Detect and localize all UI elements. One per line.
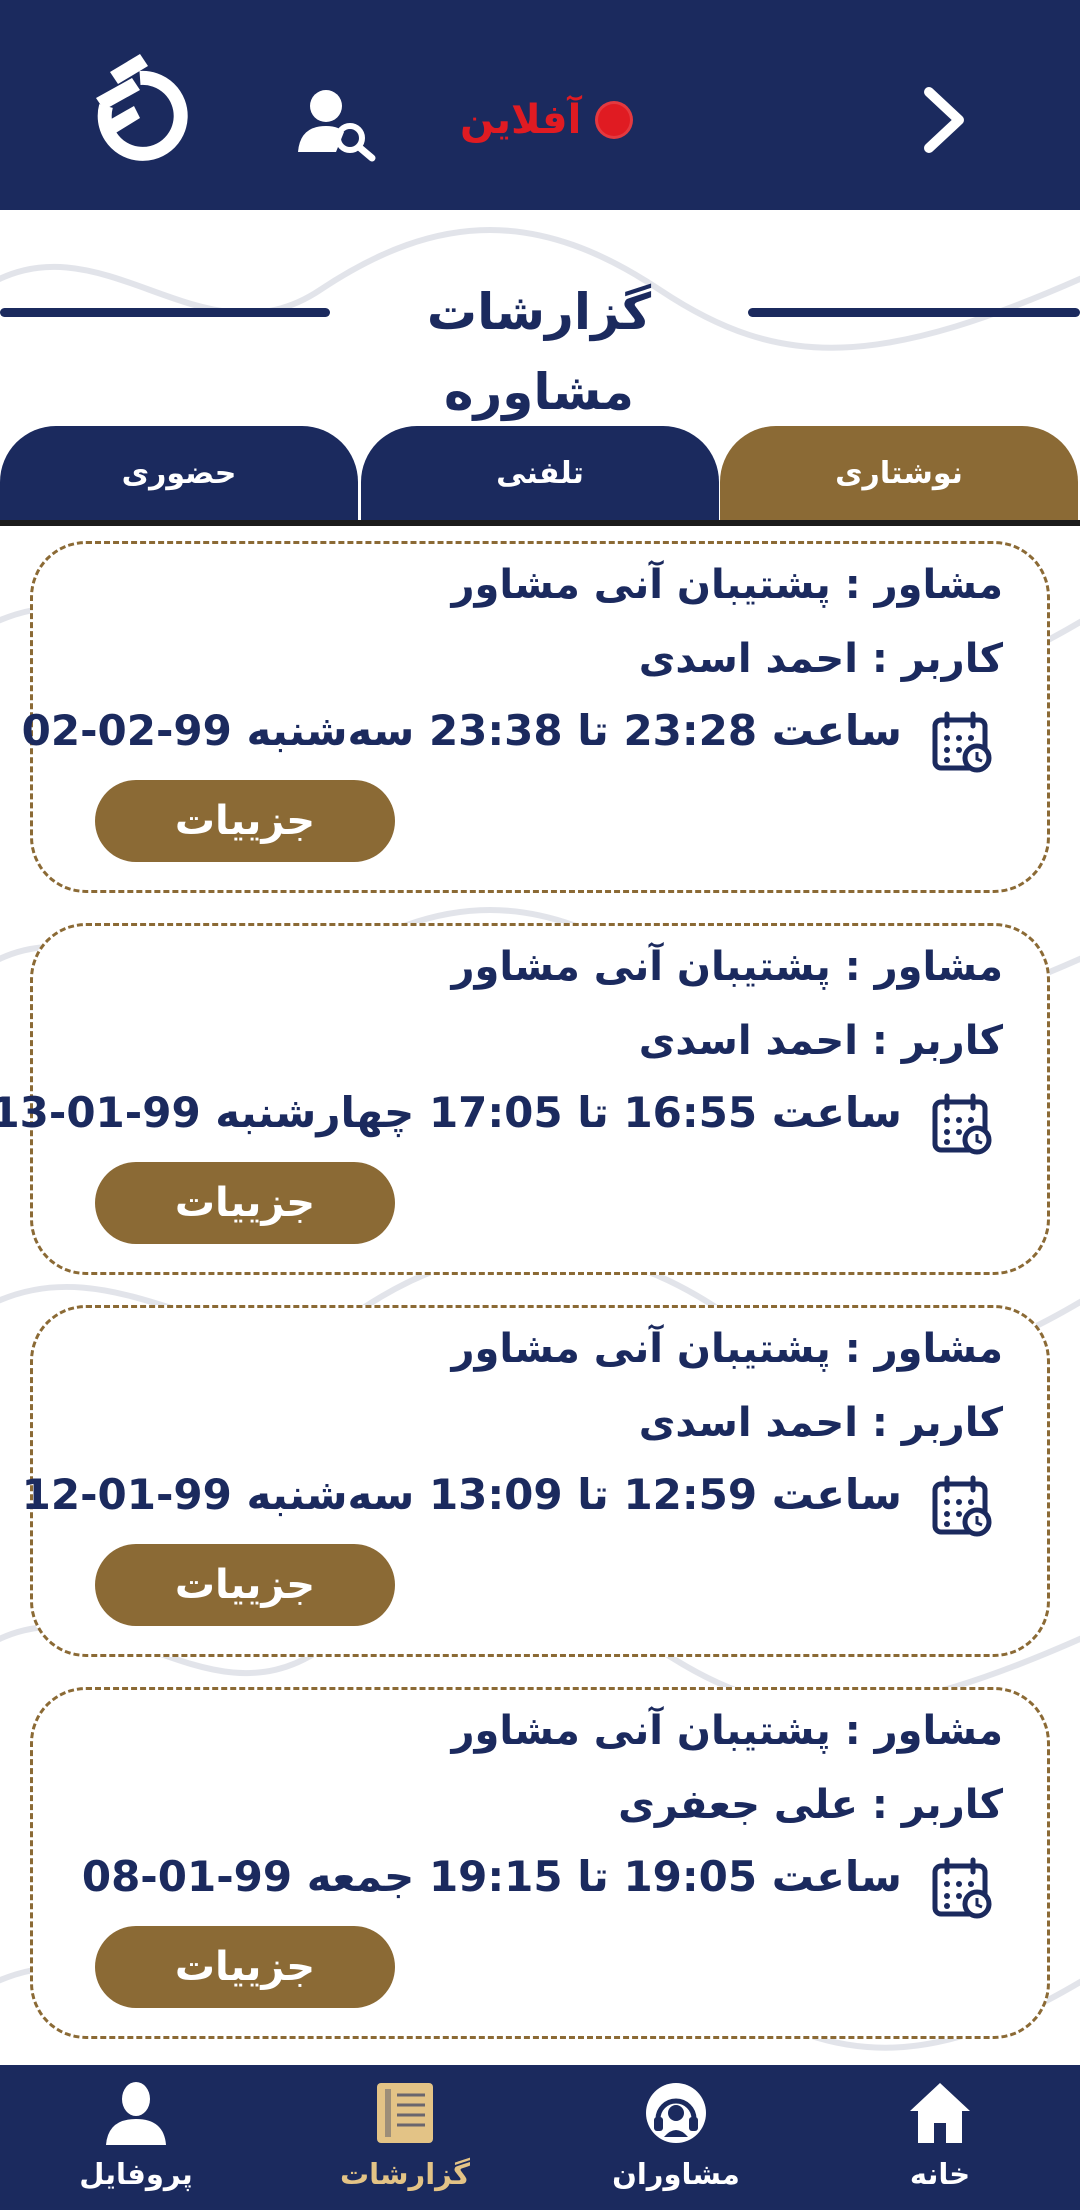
app-logo (96, 54, 188, 161)
nav-label-profile: پروفایل (79, 2157, 193, 2191)
profile-icon (106, 2082, 166, 2145)
session-time: ساعت 23:28 تا 23:38 سه‌شنبه 99-02-02 (21, 706, 902, 755)
headset-icon (646, 2083, 706, 2143)
report-type-tabs: نوشتاری تلفنی حضوری (0, 426, 1080, 522)
home-icon (910, 2083, 970, 2143)
nav-item-reports[interactable]: گزارشات (305, 2065, 505, 2210)
connection-status: آفلاین (460, 90, 634, 150)
top-app-bar: آفلاین (0, 0, 1080, 210)
page-title: گزارشات مشاوره (426, 283, 652, 421)
counselor-name: مشاور : پشتیبان آنی مشاور (451, 1326, 1003, 1372)
details-button[interactable]: جزییات (95, 1926, 395, 2008)
details-button[interactable]: جزییات (95, 1544, 395, 1626)
details-button[interactable]: جزییات (95, 780, 395, 862)
counselor-name: مشاور : پشتیبان آنی مشاور (451, 1708, 1003, 1754)
nav-item-counselors[interactable]: مشاوران (576, 2065, 776, 2210)
report-card: مشاور : پشتیبان آنی مشاور کاربر : احمد ا… (22, 1305, 1050, 1657)
tab-in-person[interactable]: حضوری (0, 426, 358, 522)
user-name: کاربر : احمد اسدی (638, 636, 1003, 682)
nav-item-profile[interactable]: پروفایل (36, 2065, 236, 2210)
session-time: ساعت 19:05 تا 19:15 جمعه 99-01-08 (81, 1852, 902, 1901)
nav-label-reports: گزارشات (339, 2157, 471, 2191)
nav-label-home: خانه (909, 2157, 971, 2191)
bottom-navigation: خانه مشاوران گزارشات پروفایل (0, 2065, 1080, 2210)
tabs-underline (0, 520, 1080, 526)
session-time: ساعت 16:55 تا 17:05 چهارشنبه 99-01-13 (0, 1088, 902, 1137)
details-button[interactable]: جزییات (95, 1162, 395, 1244)
report-card: مشاور : پشتیبان آنی مشاور کاربر : احمد ا… (22, 541, 1050, 893)
nav-item-home[interactable]: خانه (840, 2065, 1040, 2210)
report-card: مشاور : پشتیبان آنی مشاور کاربر : علی جع… (30, 1687, 1050, 2039)
counselor-name: مشاور : پشتیبان آنی مشاور (451, 944, 1003, 990)
chevron-right-icon[interactable] (915, 80, 975, 160)
report-card: مشاور : پشتیبان آنی مشاور کاربر : احمد ا… (0, 923, 1050, 1275)
title-divider-right (748, 308, 1080, 317)
calendar-icon (932, 1857, 992, 1919)
nav-label-counselors: مشاوران (612, 2157, 740, 2191)
status-dot-icon (595, 101, 634, 139)
page-title-section: گزارشات مشاوره (0, 272, 1080, 421)
tab-written[interactable]: نوشتاری (720, 426, 1078, 522)
user-search-icon[interactable] (296, 86, 380, 162)
user-name: کاربر : احمد اسدی (638, 1400, 1003, 1446)
user-name: کاربر : احمد اسدی (638, 1018, 1003, 1064)
report-icon (377, 2083, 433, 2143)
session-time: ساعت 12:59 تا 13:09 سه‌شنبه 99-01-12 (21, 1470, 902, 1519)
counselor-name: مشاور : پشتیبان آنی مشاور (451, 562, 1003, 608)
user-name: کاربر : علی جعفری (618, 1782, 1003, 1828)
calendar-icon (932, 711, 992, 773)
calendar-icon (932, 1093, 992, 1155)
calendar-icon (932, 1475, 992, 1537)
title-divider-left (0, 308, 330, 317)
status-label: آفلاین (460, 97, 582, 143)
tab-phone[interactable]: تلفنی (361, 426, 719, 522)
